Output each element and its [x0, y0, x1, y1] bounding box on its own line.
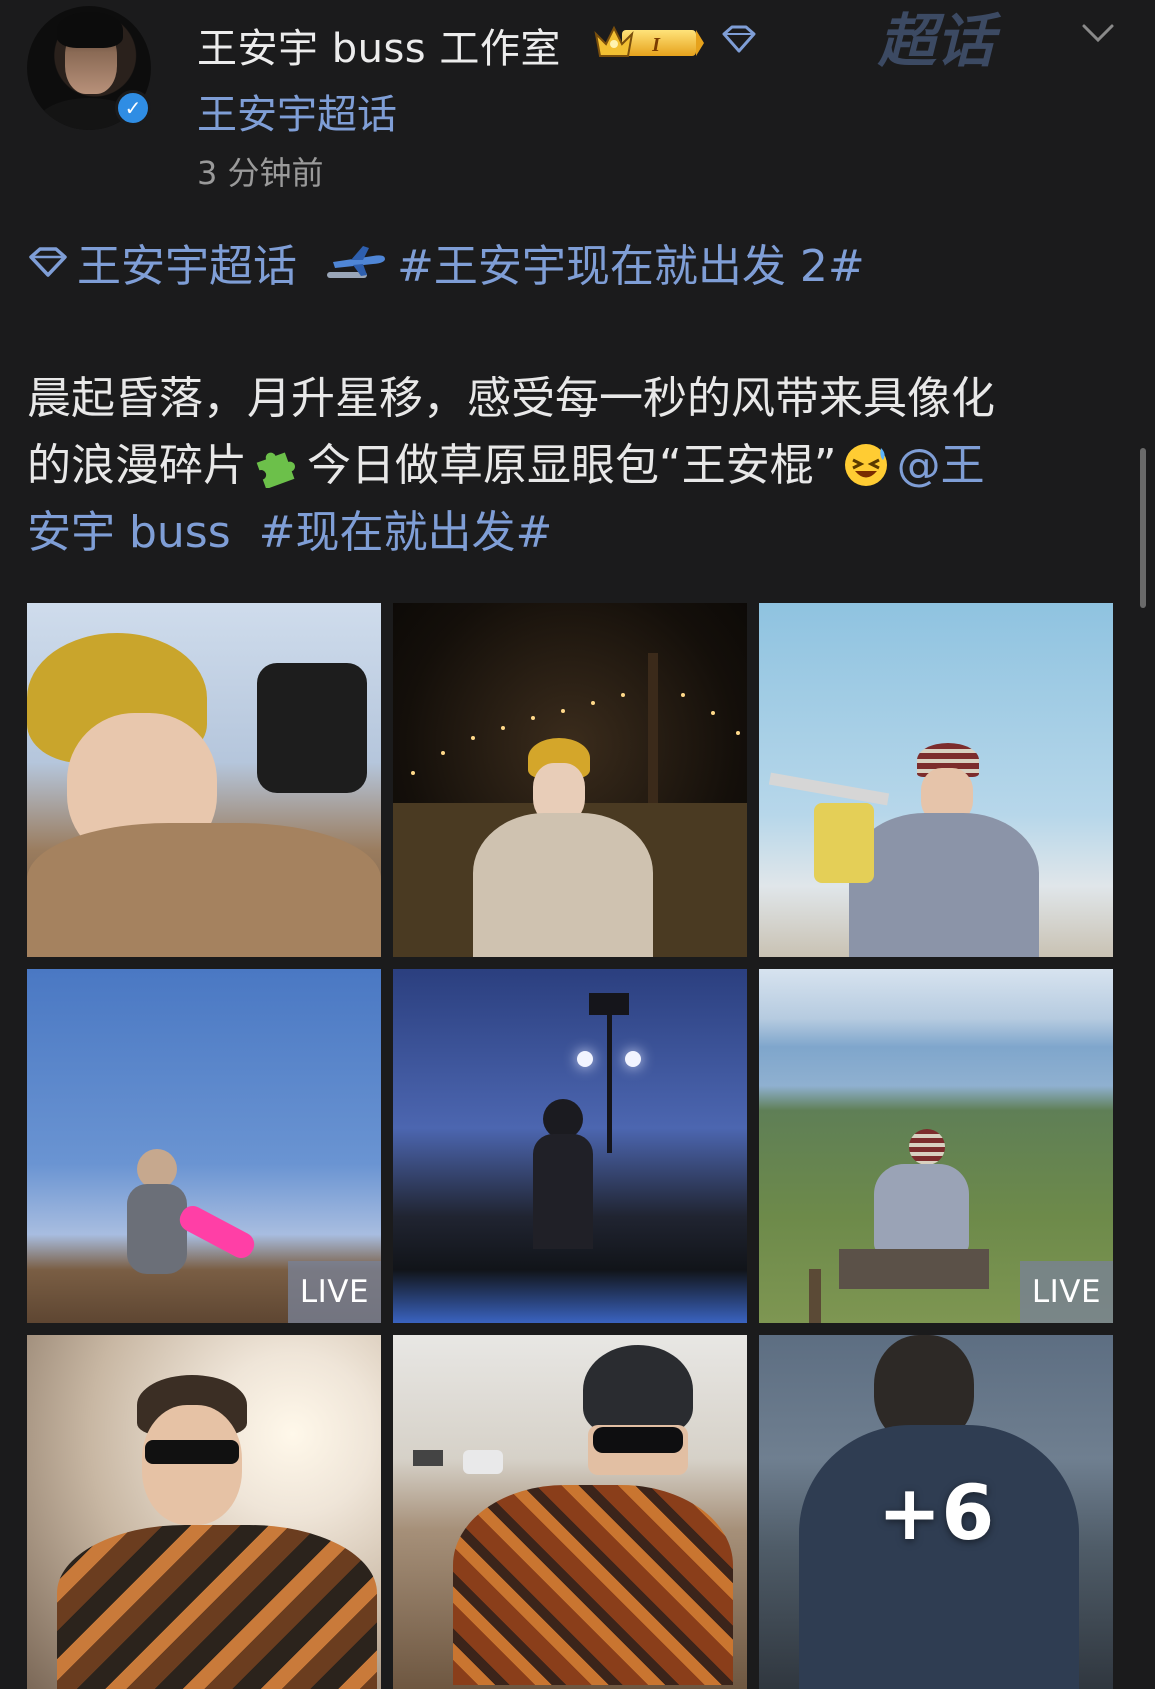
- crown-badge-icon[interactable]: I: [594, 22, 706, 62]
- puzzle-emoji: [256, 452, 295, 488]
- supertopic-link[interactable]: 王安宇超话: [77, 230, 297, 294]
- photo-pink-bat-live[interactable]: LIVE: [27, 969, 381, 1323]
- photo-grassland-sitting-live[interactable]: LIVE: [759, 969, 1113, 1323]
- post-header: ✓ 王安宇 buss 工作室 I 超话 王安宇超话 3 分钟前: [0, 0, 1155, 200]
- photo-night-lights-headphones[interactable]: [393, 603, 747, 957]
- author-name[interactable]: 王安宇 buss 工作室: [197, 16, 561, 74]
- photo-helmet-atv[interactable]: [393, 1335, 747, 1689]
- more-photos-count[interactable]: +6: [759, 1335, 1113, 1689]
- post-source[interactable]: 王安宇超话: [197, 82, 397, 140]
- scrollbar[interactable]: [1140, 448, 1146, 608]
- live-badge: LIVE: [288, 1261, 381, 1323]
- live-badge: LIVE: [1020, 1261, 1113, 1323]
- topic-link[interactable]: #王安宇现在就出发 2#: [397, 230, 865, 294]
- diamond-icon: [722, 25, 756, 53]
- mention-link-part2[interactable]: 安宇 buss: [27, 507, 231, 558]
- verified-badge-icon: ✓: [115, 90, 151, 126]
- photo-crossbow-sky[interactable]: [759, 603, 1113, 957]
- hashtag-link[interactable]: #现在就出发#: [259, 507, 553, 558]
- supertopic-watermark: 超话: [878, 7, 995, 75]
- post-text-line2b: 今日做草原显眼包“王安棍”: [307, 440, 837, 491]
- photo-puffer-jacket-more[interactable]: +6: [759, 1335, 1113, 1689]
- chevron-down-icon[interactable]: [1078, 18, 1118, 48]
- post-body: 晨起昏落，月升星移，感受每一秒的风带来具像化 的浪漫碎片 今日做草原显眼包“王安…: [27, 365, 1127, 566]
- diamond-icon: [29, 247, 67, 277]
- badge-level: I: [651, 34, 661, 56]
- laughing-emoji: [844, 444, 887, 486]
- photo-sunglasses-sunlight[interactable]: [27, 1335, 381, 1689]
- mention-link-part1[interactable]: @王: [897, 440, 985, 491]
- photo-streetlamp-dusk[interactable]: [393, 969, 747, 1323]
- post-text-line1: 晨起昏落，月升星移，感受每一秒的风带来具像化: [27, 373, 995, 424]
- post-timestamp: 3 分钟前: [197, 154, 324, 192]
- avatar-hair: [57, 12, 123, 48]
- airplane-icon: [327, 246, 385, 278]
- topic-tags: 王安宇超话 #王安宇现在就出发 2#: [27, 232, 865, 292]
- photo-yellow-beanie-camera[interactable]: [27, 603, 381, 957]
- post-text-line2a: 的浪漫碎片: [27, 440, 247, 491]
